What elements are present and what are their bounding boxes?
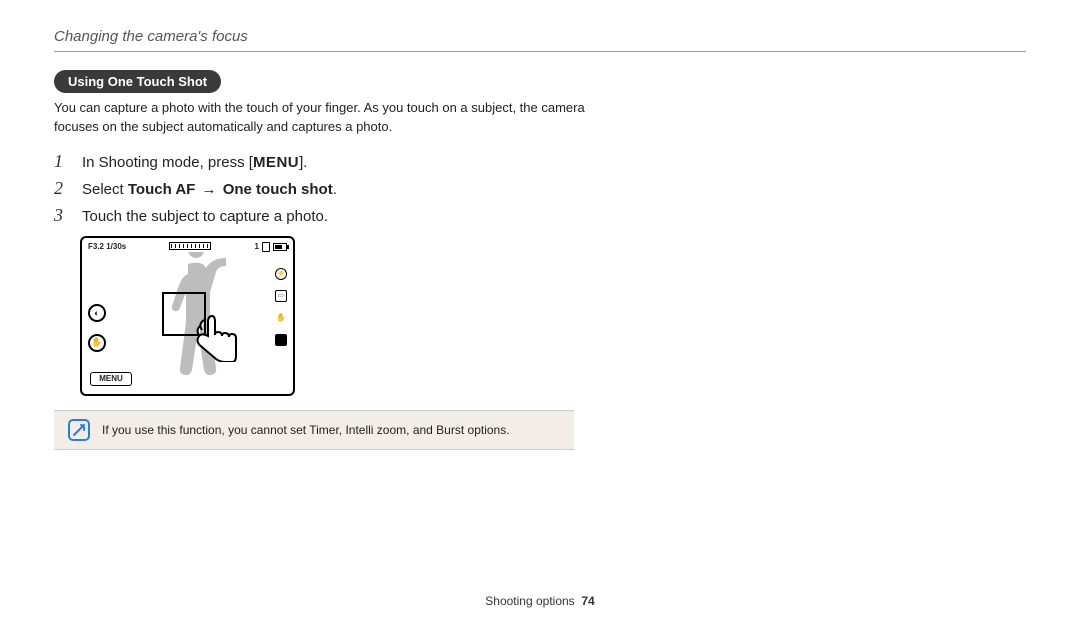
step-2-part-d: . [333,181,337,198]
step-2: 2 Select Touch AF → One touch shot. [54,178,1026,199]
note-info-icon [68,419,90,441]
menu-keyword: MENU [253,154,299,171]
footer-section-label: Shooting options [485,594,574,608]
camera-menu-button: MENU [90,372,132,386]
section-title: Changing the camera's focus [54,28,1026,45]
size-icon: ▭ [275,290,287,302]
subsection-pill: Using One Touch Shot [54,70,221,93]
step-1-text: In Shooting mode, press [MENU]. [82,154,307,171]
step-1-part-b: ]. [299,154,307,171]
camera-left-icons: ◐ ✋ [88,304,106,352]
step-2-text: Select Touch AF → One touch shot. [82,181,337,198]
stabilize-icon: ✋ [275,312,287,324]
shot-count: 1 [255,242,259,251]
flash-icon: ⚡ [275,268,287,280]
step-1: 1 In Shooting mode, press [MENU]. [54,151,1026,172]
note-text: If you use this function, you cannot set… [102,423,510,437]
camera-top-right: 1 [255,242,287,252]
metering-icon [275,334,287,346]
step-2-touch-af: Touch AF [128,181,196,198]
battery-icon [273,243,287,251]
note-box: If you use this function, you cannot set… [54,410,574,450]
step-3: 3 Touch the subject to capture a photo. [54,205,1026,226]
page-number: 74 [581,594,594,608]
step-number: 2 [54,178,72,199]
camera-right-icons: ⚡ ▭ ✋ [275,268,287,346]
camera-screen-illustration: F3.2 1/30s 1 ⚡ ▭ ✋ ◐ ✋ MENU [80,236,295,396]
step-number: 1 [54,151,72,172]
horizontal-rule [54,51,1026,52]
intro-paragraph: You can capture a photo with the touch o… [54,99,614,137]
arrow-icon: → [200,181,219,198]
step-3-text: Touch the subject to capture a photo. [82,208,328,225]
step-1-part-a: In Shooting mode, press [ [82,154,253,171]
mode-dial-icon: ◐ [88,304,106,322]
page-footer: Shooting options 74 [0,594,1080,608]
step-number: 3 [54,205,72,226]
touch-hand-icon [194,312,240,362]
steps-list: 1 In Shooting mode, press [MENU]. 2 Sele… [54,151,1026,226]
exposure-scale-icon [169,242,211,250]
sd-card-icon [262,242,270,252]
exposure-readout: F3.2 1/30s [88,242,126,252]
step-2-part-a: Select [82,181,128,198]
camera-top-bar: F3.2 1/30s 1 [82,242,293,252]
touch-shot-icon: ✋ [88,334,106,352]
step-2-one-touch: One touch shot [223,181,333,198]
